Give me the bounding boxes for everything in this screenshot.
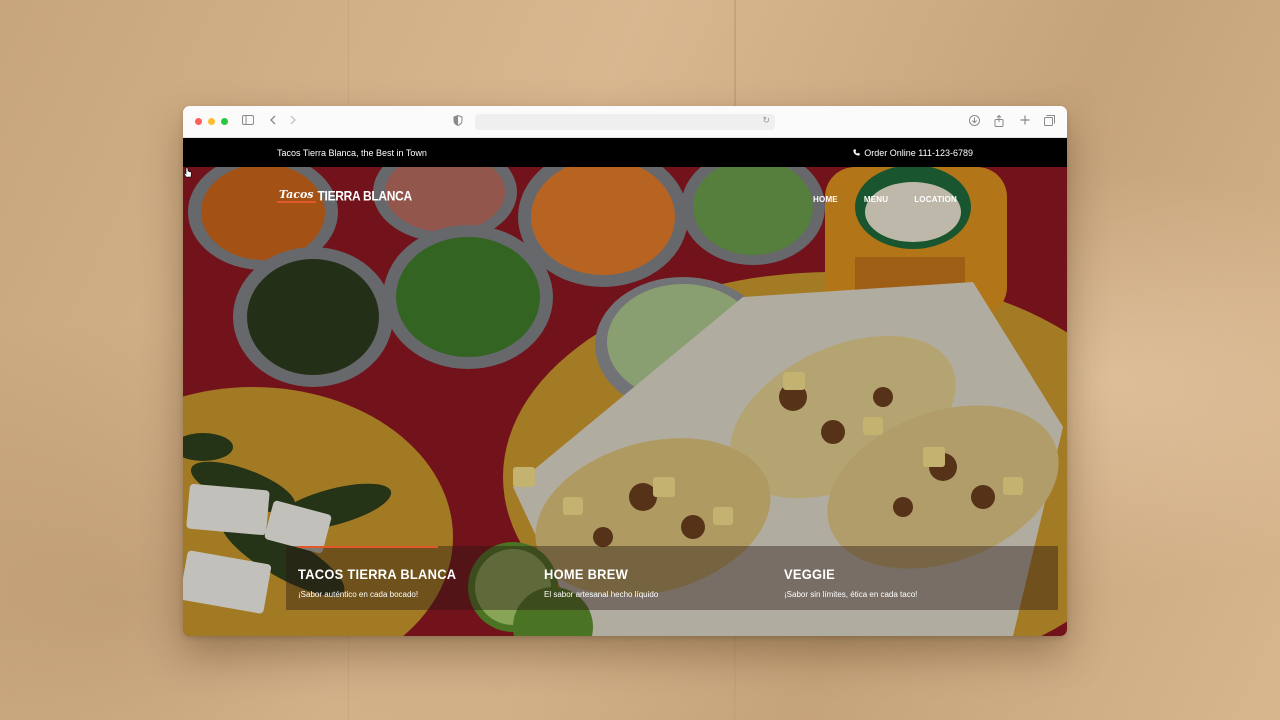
site-logo[interactable]: Tacos TIERRA BLANCA: [277, 187, 413, 205]
site-topbar: Tacos Tierra Blanca, the Best in Town Or…: [183, 138, 1067, 167]
forward-icon[interactable]: [289, 115, 297, 129]
close-window-button[interactable]: [195, 118, 202, 125]
order-online-link[interactable]: Order Online 111-123-6789: [853, 148, 973, 158]
reload-icon[interactable]: ↻: [762, 115, 770, 126]
nav-home[interactable]: HOME: [813, 195, 838, 204]
share-icon[interactable]: [994, 114, 1004, 131]
website: Tacos Tierra Blanca, the Best in Town Or…: [183, 138, 1067, 636]
card-title: HOME BREW: [544, 566, 629, 582]
back-icon[interactable]: [269, 115, 277, 129]
card-subtitle: El sabor artesanal hecho líquido: [544, 590, 659, 599]
mouse-cursor-icon: [183, 167, 192, 178]
logo-name: TIERRA BLANCA: [317, 187, 413, 205]
phone-icon: [853, 149, 860, 156]
logo-script: Tacos: [277, 188, 316, 203]
downloads-icon[interactable]: [969, 115, 980, 130]
new-tab-icon[interactable]: [1020, 115, 1030, 129]
tagline: Tacos Tierra Blanca, the Best in Town: [277, 147, 427, 158]
main-nav: HOME MENU LOCATION: [813, 195, 957, 204]
card-subtitle: ¡Sabor sin límites, ética en cada taco!: [784, 590, 918, 599]
nav-menu[interactable]: MENU: [864, 195, 888, 204]
card-title: TACOS TIERRA BLANCA: [298, 566, 457, 582]
tab-overview-icon[interactable]: [1044, 115, 1055, 130]
privacy-shield-icon[interactable]: [453, 114, 463, 130]
nav-location[interactable]: LOCATION: [914, 195, 957, 204]
browser-window: ↻ Tacos Tierra Blanca, the Best in Town …: [183, 106, 1067, 636]
minimize-window-button[interactable]: [208, 118, 215, 125]
browser-toolbar: ↻: [183, 106, 1067, 138]
maximize-window-button[interactable]: [221, 118, 228, 125]
card-title: VEGGIE: [784, 566, 836, 582]
hero-section: Tacos TIERRA BLANCA HOME MENU LOCATION T…: [183, 167, 1067, 636]
feature-cards: TACOS TIERRA BLANCA ¡Sabor auténtico en …: [286, 546, 1058, 610]
card-subtitle: ¡Sabor auténtico en cada bocado!: [298, 590, 419, 599]
order-online-text: Order Online 111-123-6789: [864, 147, 973, 158]
sidebar-toggle-icon[interactable]: [242, 115, 254, 129]
window-controls: [195, 118, 228, 125]
card-accent-line: [298, 546, 438, 548]
address-bar[interactable]: ↻: [475, 114, 775, 130]
